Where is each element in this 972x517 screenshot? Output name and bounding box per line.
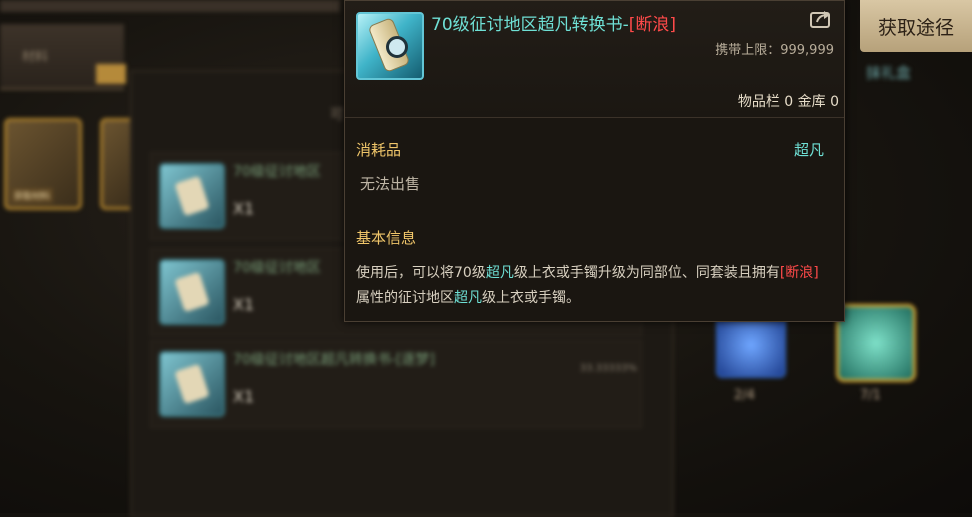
- inventory-count: 物品栏 0 金库 0: [737, 94, 839, 110]
- item-rarity: 超凡: [794, 141, 825, 159]
- tab-accent: [96, 64, 126, 84]
- carry-limit: 携带上限：999,999: [715, 43, 834, 58]
- share-icon[interactable]: [810, 9, 834, 29]
- item-tooltip: 70级征讨地区超凡转换书-[断浪] 携带上限：999,999 物品栏 0 金库 …: [344, 0, 845, 322]
- scroll-item-icon: [159, 163, 225, 229]
- list-item[interactable]: 70级征讨地区超凡转换书-[逐梦] X1 33.33333%: [150, 340, 642, 428]
- section-title: 基本信息: [356, 229, 417, 247]
- item-probability: 33.33333%: [579, 363, 637, 374]
- item-title-tag: [断浪]: [628, 15, 677, 35]
- item-quantity: X1: [233, 295, 255, 314]
- item-name: 70级征讨地区: [233, 260, 321, 276]
- item-category: 消耗品: [356, 141, 402, 159]
- scroll-item-icon: [159, 259, 225, 325]
- item-quantity: X1: [233, 199, 255, 218]
- gem-count: 2/4: [734, 388, 755, 403]
- item-name: 70级征讨地区: [233, 164, 321, 180]
- tooltip-header: 70级征讨地区超凡转换书-[断浪] 携带上限：999,999 物品栏 0 金库 …: [345, 1, 844, 118]
- get-path-button[interactable]: 获取途径: [860, 0, 972, 52]
- material-slot[interactable]: 获取材料: [4, 118, 82, 210]
- item-title: 70级征讨地区超凡转换书-[断浪]: [431, 10, 676, 35]
- material-slot-label: 获取材料: [11, 188, 54, 203]
- gem-count: 7/1: [860, 388, 881, 403]
- trade-status: 无法出售: [360, 175, 421, 193]
- side-tab-label: 材料: [22, 50, 49, 65]
- scroll-with-lens-icon: [356, 12, 424, 80]
- item-title-main: 70级征讨地区超凡转换书-: [431, 15, 629, 35]
- item-quantity: X1: [233, 387, 255, 406]
- right-panel-title: 抹礼盒: [866, 64, 912, 82]
- top-bar: [0, 0, 340, 12]
- item-description: 使用后，可以将70级超凡级上衣或手镯升级为同部位、同套装且拥有[断浪]属性的征讨…: [356, 265, 819, 306]
- green-orb-icon[interactable]: [836, 304, 916, 382]
- panel-title: 可: [330, 107, 344, 123]
- scroll-item-icon: [159, 351, 225, 417]
- item-name: 70级征讨地区超凡转换书-[逐梦]: [233, 352, 435, 368]
